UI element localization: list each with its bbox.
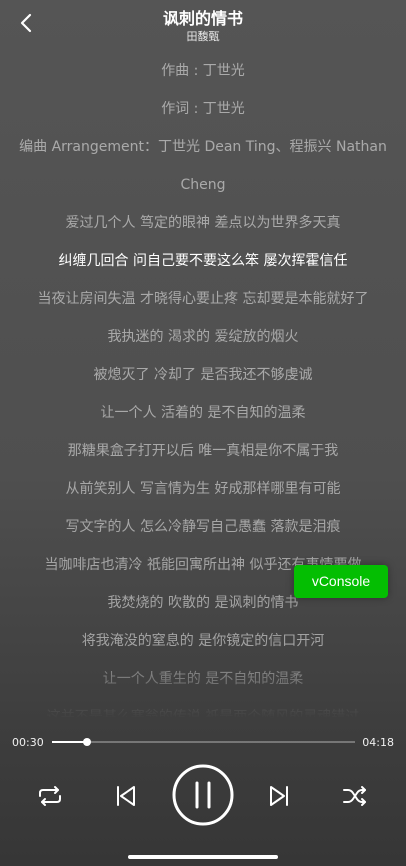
lyric-line: 当夜让房间失温 才晓得心要止疼 忘却要是本能就好了 xyxy=(37,291,369,307)
lyric-line: 作曲 : 丁世光 xyxy=(161,63,245,79)
repeat-button[interactable] xyxy=(36,784,64,808)
lyric-line: 我执迷的 渴求的 爱绽放的烟火 xyxy=(107,329,299,345)
current-time: 00:30 xyxy=(12,736,44,749)
lyric-line: 编曲 Arrangement：丁世光 Dean Ting、程振兴 Nathan xyxy=(19,139,387,155)
playback-controls xyxy=(0,764,406,828)
skip-next-icon xyxy=(270,786,288,806)
home-indicator[interactable] xyxy=(128,855,278,859)
vconsole-button[interactable]: vConsole xyxy=(294,565,388,598)
next-button[interactable] xyxy=(268,785,290,807)
skip-previous-icon xyxy=(117,786,135,806)
lyric-line: 那糖果盒子打开以后 唯一真相是你不属于我 xyxy=(67,443,339,459)
previous-button[interactable] xyxy=(115,785,137,807)
lyric-line: 写文字的人 怎么冷静写自己愚蠢 落款是泪痕 xyxy=(65,519,341,535)
song-title: 讽刺的情书 xyxy=(162,9,243,28)
progress-bar-row: 00:30 04:18 xyxy=(0,728,406,758)
lyric-line: 将我淹没的窒息的 是你镜定的信口开河 xyxy=(81,633,325,649)
song-artist: 田馥甄 xyxy=(186,30,220,43)
lyrics-panel[interactable]: 作曲 : 丁世光 作词 : 丁世光编曲 Arrangement：丁世光 Dean … xyxy=(0,52,406,718)
lyric-line: 让一个人重生的 是不自知的温柔 xyxy=(102,671,304,687)
pause-icon xyxy=(172,764,234,826)
lyric-line: 作词 : 丁世光 xyxy=(161,101,245,117)
lyric-line: 让一个人 活着的 是不自知的温柔 xyxy=(100,405,306,421)
shuffle-icon xyxy=(343,786,366,806)
progress-thumb[interactable] xyxy=(83,738,92,746)
repeat-icon xyxy=(39,786,61,806)
lyric-line: 被熄灭了 冷却了 是否我还不够虔诚 xyxy=(93,367,313,383)
player-header: 讽刺的情书 田馥甄 xyxy=(0,0,406,46)
lyric-line: Cheng xyxy=(180,177,226,193)
lyric-line-active: 纠缠几回合 问自己要不要这么笨 屡次挥霍信任 xyxy=(58,253,348,269)
lyric-line: 这并不是甚么寒翁的传说 祇是两个随风的灵魂错过 xyxy=(46,709,360,718)
lyric-line: 从前笑别人 写言情为生 好成那样哪里有可能 xyxy=(65,481,341,497)
lyric-line: 爱过几个人 笃定的眼神 差点以为世界多天真 xyxy=(65,215,341,231)
shuffle-button[interactable] xyxy=(342,784,368,808)
duration-time: 04:18 xyxy=(362,736,394,749)
progress-track[interactable] xyxy=(52,738,355,746)
progress-fill xyxy=(52,741,88,743)
pause-button[interactable] xyxy=(172,764,234,826)
